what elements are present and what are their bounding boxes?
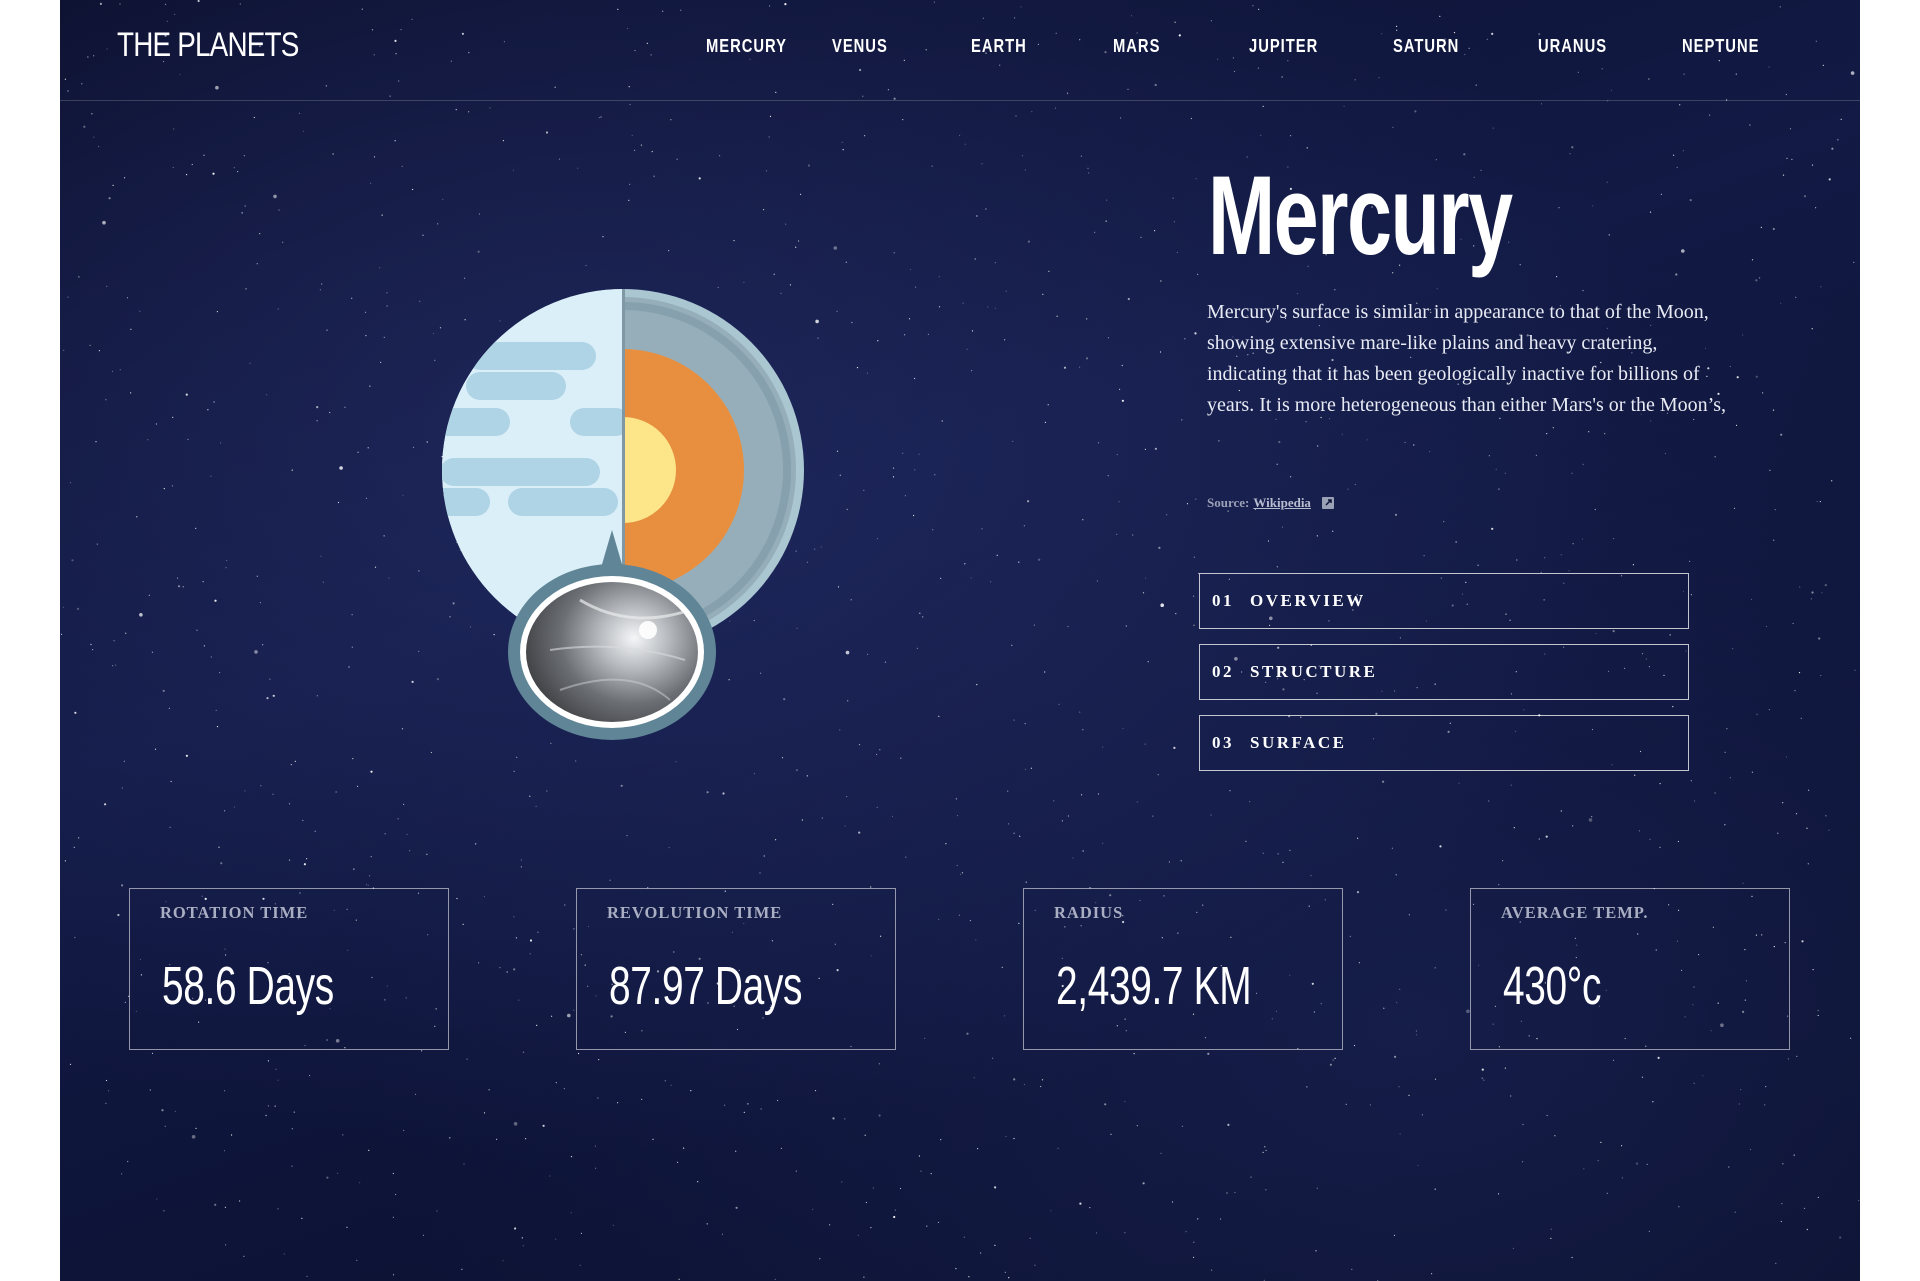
stat-value: 430°c — [1503, 956, 1602, 1016]
tab-structure[interactable]: 02 STRUCTURE — [1199, 644, 1689, 700]
wikipedia-link[interactable]: Wikipedia — [1253, 495, 1311, 511]
nav-link-uranus[interactable]: URANUS — [1538, 36, 1607, 57]
stat-label: AVERAGE TEMP. — [1501, 903, 1649, 922]
tab-surface[interactable]: 03 SURFACE — [1199, 715, 1689, 771]
planet-title: Mercury — [1208, 153, 1513, 278]
nav-link-mars[interactable]: MARS — [1113, 36, 1160, 57]
nav-link-saturn[interactable]: SATURN — [1393, 36, 1459, 57]
app-frame: THE PLANETS MERCURY VENUS EARTH MARS JUP… — [60, 0, 1860, 1281]
tab-label: STRUCTURE — [1250, 662, 1378, 681]
stat-value: 87.97 Days — [609, 956, 803, 1016]
nav-link-earth[interactable]: EARTH — [971, 36, 1027, 57]
source-prefix: Source: — [1207, 495, 1250, 510]
stat-card-average-temp: AVERAGE TEMP. 430°c — [1470, 888, 1790, 1050]
stat-value: 58.6 Days — [162, 956, 334, 1016]
tab-number: 02 — [1212, 662, 1234, 681]
stat-card-revolution-time: REVOLUTION TIME 87.97 Days — [576, 888, 896, 1050]
stat-label: RADIUS — [1054, 903, 1124, 922]
external-link-icon[interactable] — [1321, 496, 1335, 510]
site-header: THE PLANETS MERCURY VENUS EARTH MARS JUP… — [60, 0, 1860, 101]
tab-label: OVERVIEW — [1250, 591, 1366, 610]
stat-card-radius: RADIUS 2,439.7 KM — [1023, 888, 1343, 1050]
source-attribution: Source: Wikipedia — [1207, 495, 1335, 511]
nav-link-jupiter[interactable]: JUPITER — [1249, 36, 1318, 57]
stat-label: ROTATION TIME — [160, 903, 309, 922]
nav-link-neptune[interactable]: NEPTUNE — [1682, 36, 1759, 57]
tab-label: SURFACE — [1250, 733, 1347, 752]
nav-link-mercury[interactable]: MERCURY — [706, 36, 787, 57]
planet-description: Mercury's surface is similar in appearan… — [1207, 301, 1727, 416]
content-tabs: 01 OVERVIEW 02 STRUCTURE 03 SURFACE — [1199, 573, 1689, 786]
stat-label: REVOLUTION TIME — [607, 903, 783, 922]
planet-stats: ROTATION TIME 58.6 Days REVOLUTION TIME … — [60, 888, 1860, 1050]
stat-value: 2,439.7 KM — [1056, 956, 1252, 1016]
tab-number: 01 — [1212, 591, 1234, 610]
planet-nav: MERCURY VENUS EARTH MARS JUPITER SATURN … — [60, 36, 1860, 60]
tab-number: 03 — [1212, 733, 1234, 752]
planet-illustration — [430, 270, 850, 750]
tab-overview[interactable]: 01 OVERVIEW — [1199, 573, 1689, 629]
stat-card-rotation-time: ROTATION TIME 58.6 Days — [129, 888, 449, 1050]
nav-link-venus[interactable]: VENUS — [832, 36, 888, 57]
planet-structure-image — [442, 289, 804, 740]
